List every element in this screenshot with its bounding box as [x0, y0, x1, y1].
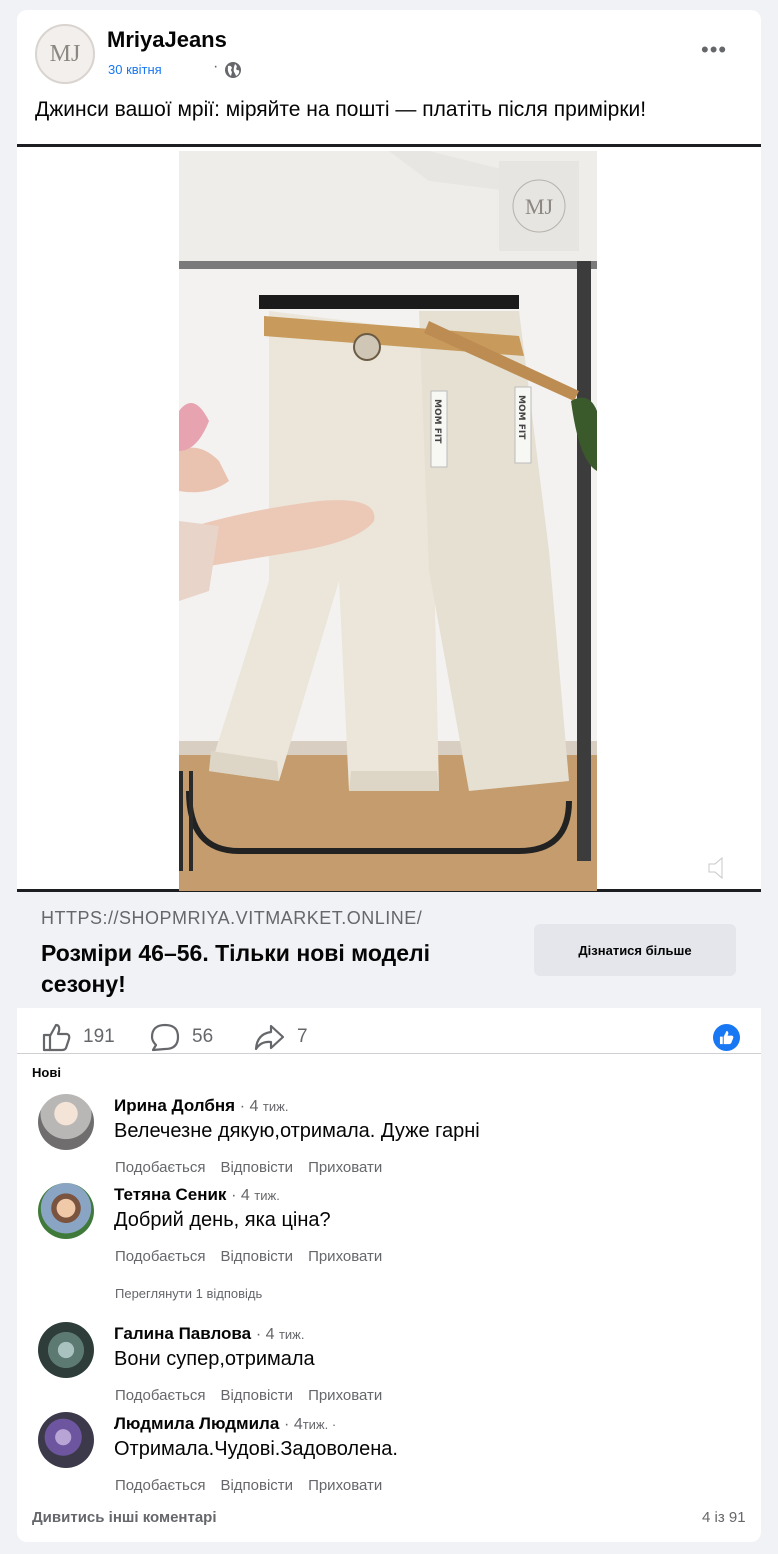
commenter-avatar[interactable]: [38, 1094, 94, 1150]
comment-stat[interactable]: 56: [150, 1020, 213, 1054]
comment-time-num[interactable]: · 4: [284, 1416, 303, 1433]
commenter-name[interactable]: Галина Павлова · 4 тиж.: [114, 1324, 305, 1344]
comment-hide-button[interactable]: Приховати: [308, 1477, 382, 1494]
view-replies-link[interactable]: Переглянути 1 відповідь: [115, 1286, 262, 1301]
comment-reply-button[interactable]: Відповісти: [220, 1387, 293, 1404]
comment-like-button[interactable]: Подобається: [115, 1159, 205, 1176]
comment-time[interactable]: · 4 тиж.: [240, 1098, 289, 1115]
post-header: MJ MriyaJeans 30 квітня · •••: [17, 10, 761, 90]
page-avatar[interactable]: MJ: [35, 24, 95, 84]
commenter-name-text[interactable]: Ирина Долбня: [114, 1096, 235, 1115]
comment-time-num[interactable]: · 4: [240, 1098, 259, 1115]
comment-reply-button[interactable]: Відповісти: [220, 1477, 293, 1494]
comment-actions: Подобається Відповісти Приховати: [115, 1248, 397, 1265]
comment-actions: Подобається Відповісти Приховати: [115, 1477, 397, 1494]
comment-text: Отримала.Чудові.Задоволена.: [114, 1438, 398, 1460]
link-url[interactable]: HTTPS://SHOPMRIYA.VITMARKET.ONLINE/: [41, 908, 422, 929]
post-media[interactable]: MJ MOM FIT MOM FIT: [17, 144, 761, 892]
share-stat[interactable]: 7: [253, 1020, 308, 1054]
learn-more-button[interactable]: Дізнатися більше: [534, 924, 736, 976]
comment-time[interactable]: · 4тиж. ·: [284, 1416, 336, 1433]
commenter-name-text[interactable]: Тетяна Сеник: [114, 1185, 226, 1204]
comment-text: Велечезне дякую,отримала. Дуже гарні: [114, 1120, 480, 1142]
comments-pager: 4 із 91: [702, 1509, 746, 1526]
commenter-name-text[interactable]: Галина Павлова: [114, 1324, 251, 1343]
commenter-name[interactable]: Тетяна Сеник · 4 тиж.: [114, 1185, 280, 1205]
commenter-name[interactable]: Людмила Людмила · 4тиж. ·: [114, 1414, 336, 1434]
share-count: 7: [297, 1026, 308, 1047]
comment-like-button[interactable]: Подобається: [115, 1387, 205, 1404]
share-icon: [254, 1024, 285, 1051]
comment-time-num[interactable]: · 4: [231, 1187, 250, 1204]
like-stat[interactable]: 191: [41, 1020, 115, 1054]
commenter-name[interactable]: Ирина Долбня · 4 тиж.: [114, 1096, 288, 1116]
comment-like-button[interactable]: Подобається: [115, 1477, 205, 1494]
comment-time[interactable]: · 4 тиж.: [231, 1187, 280, 1204]
comment-time-unit[interactable]: тиж.: [263, 1099, 289, 1114]
link-headline[interactable]: Розміри 46–56. Тільки нові моделі сезону…: [41, 938, 501, 1000]
comment-reply-button[interactable]: Відповісти: [220, 1159, 293, 1176]
commenter-avatar[interactable]: [38, 1183, 94, 1239]
video-player[interactable]: MJ MOM FIT MOM FIT: [179, 151, 597, 891]
tag-left-text: MOM FIT: [432, 399, 442, 444]
video-frame: MJ MOM FIT MOM FIT: [179, 151, 597, 891]
comment-time[interactable]: · 4 тиж.: [256, 1326, 305, 1343]
like-count: 191: [83, 1026, 115, 1047]
comment-hide-button[interactable]: Приховати: [308, 1387, 382, 1404]
comment-text: Вони супер,отримала: [114, 1348, 315, 1370]
commenter-avatar[interactable]: [38, 1412, 94, 1468]
link-preview[interactable]: HTTPS://SHOPMRIYA.VITMARKET.ONLINE/ Розм…: [17, 892, 761, 1008]
comment-sort-label[interactable]: Нові: [32, 1065, 61, 1080]
dot-separator: ·: [213, 58, 219, 75]
thumb-up-icon: [719, 1030, 734, 1045]
comment-time-num[interactable]: · 4: [256, 1326, 275, 1343]
page-name[interactable]: MriyaJeans: [107, 27, 227, 53]
post-text: Джинси вашої мрії: міряйте на пошті — пл…: [35, 98, 647, 121]
commenter-name-text[interactable]: Людмила Людмила: [114, 1414, 279, 1433]
comment-text: Добрий день, яка ціна?: [114, 1209, 331, 1231]
comment-actions: Подобається Відповісти Приховати: [115, 1387, 397, 1404]
comment-time-unit[interactable]: тиж.: [254, 1188, 280, 1203]
comment-count: 56: [192, 1026, 214, 1047]
comment-time-unit[interactable]: тиж.: [279, 1327, 305, 1342]
more-options-icon[interactable]: •••: [701, 37, 727, 63]
comment-actions: Подобається Відповісти Приховати: [115, 1159, 397, 1176]
like-reaction-badge[interactable]: [713, 1024, 740, 1051]
tag-right-text: MOM FIT: [516, 395, 526, 440]
comment-reply-button[interactable]: Відповісти: [220, 1248, 293, 1265]
divider: [17, 1053, 761, 1054]
comment-time-unit[interactable]: тиж. ·: [303, 1417, 336, 1432]
post-card: MJ MriyaJeans 30 квітня · ••• Джинси ваш…: [17, 10, 761, 1542]
post-date[interactable]: 30 квітня: [108, 62, 162, 77]
globe-icon: [225, 62, 241, 78]
commenter-avatar[interactable]: [38, 1322, 94, 1378]
like-icon: [42, 1023, 71, 1052]
watermark-text: MJ: [525, 194, 554, 219]
comment-like-button[interactable]: Подобається: [115, 1248, 205, 1265]
comment-hide-button[interactable]: Приховати: [308, 1248, 382, 1265]
comment-hide-button[interactable]: Приховати: [308, 1159, 382, 1176]
mute-icon[interactable]: [707, 855, 737, 881]
comment-icon: [150, 1023, 180, 1052]
view-more-comments-link[interactable]: Дивитись інші коментарі: [32, 1509, 217, 1526]
